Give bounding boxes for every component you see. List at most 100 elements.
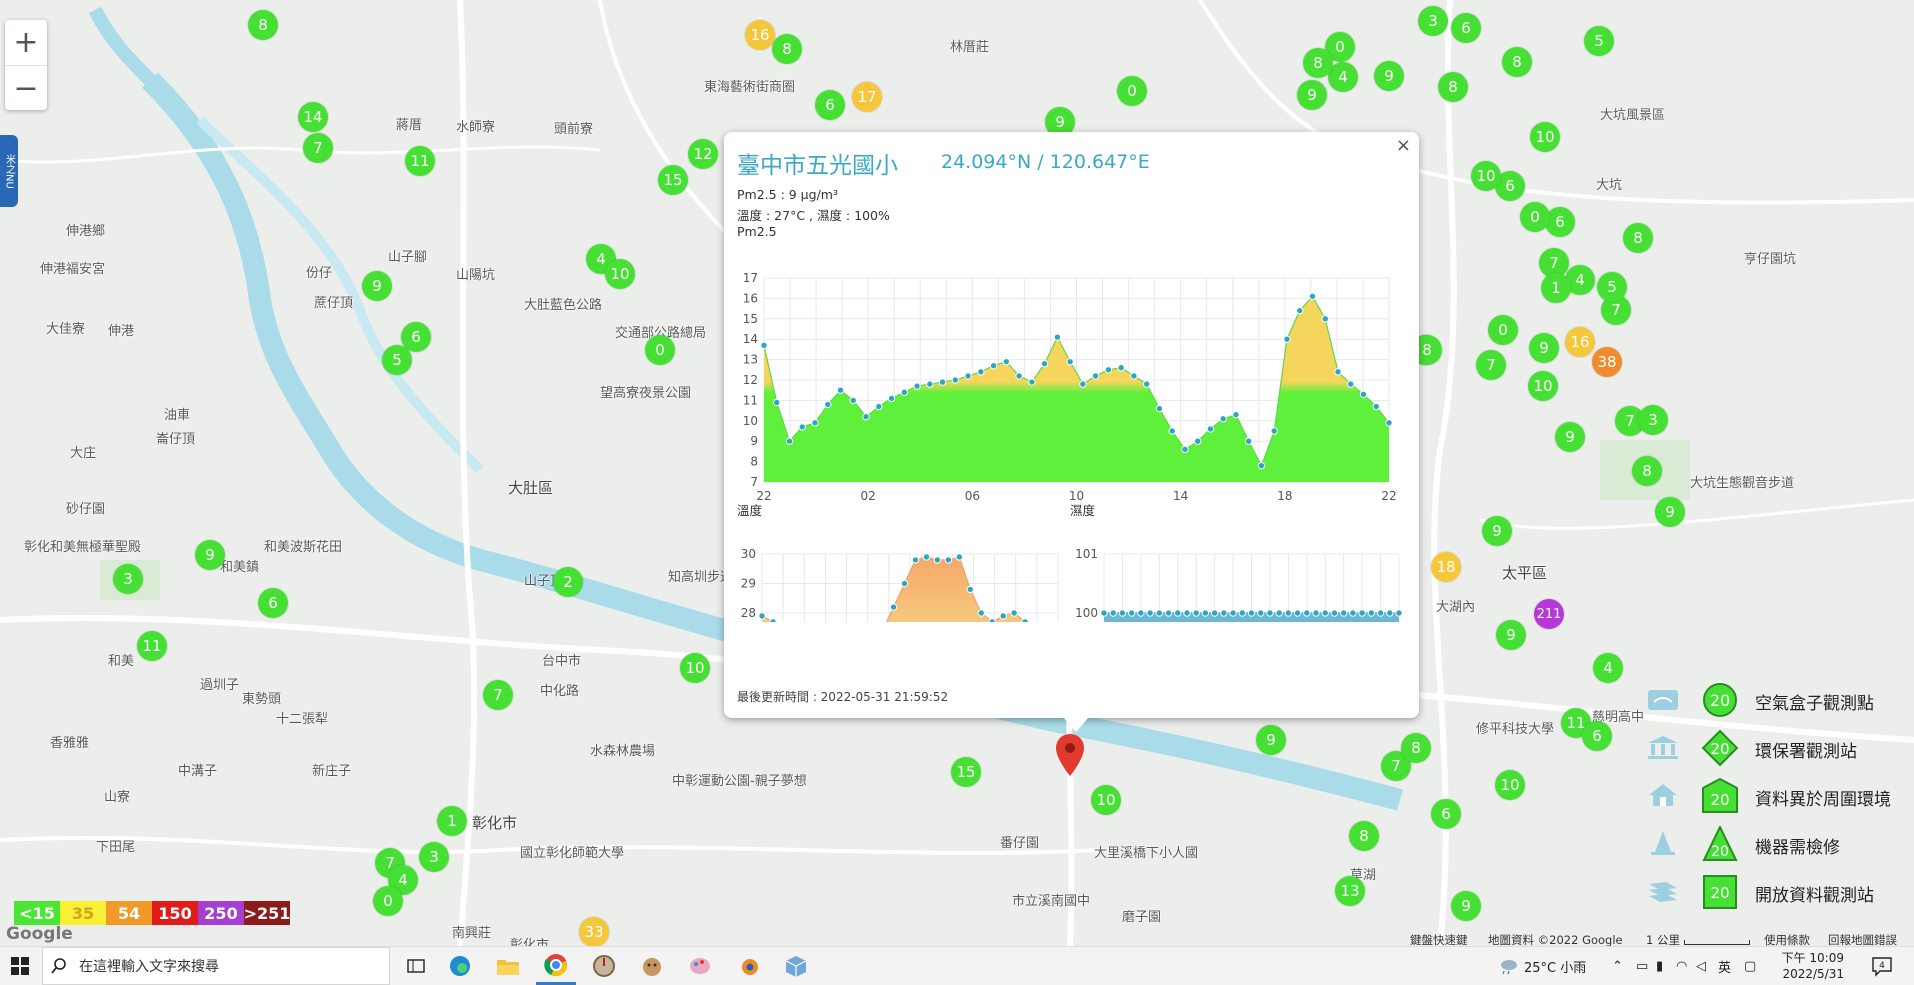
data-point xyxy=(1054,334,1060,340)
windows-start-button[interactable] xyxy=(0,947,40,985)
tray-network-icon[interactable]: ◠ xyxy=(1676,947,1687,985)
chrome-app-button[interactable] xyxy=(536,947,576,985)
station-marker[interactable]: 0 xyxy=(645,335,675,365)
station-marker[interactable]: 6 xyxy=(1451,13,1481,43)
y-tick-label: 9 xyxy=(750,434,758,448)
station-marker[interactable]: 1 xyxy=(437,806,467,836)
station-marker[interactable]: 11 xyxy=(405,146,435,176)
station-marker[interactable]: 38 xyxy=(1592,347,1622,377)
tray-chevron-up-icon[interactable]: ⌃ xyxy=(1612,947,1623,985)
station-marker[interactable]: 6 xyxy=(1545,207,1575,237)
station-marker[interactable]: 10 xyxy=(605,259,635,289)
app-button-blender[interactable] xyxy=(728,947,768,985)
station-marker[interactable]: 10 xyxy=(680,653,710,683)
station-marker[interactable]: 9 xyxy=(1374,61,1404,91)
weather-icon[interactable] xyxy=(1496,947,1520,985)
station-marker[interactable]: 15 xyxy=(951,757,981,787)
station-marker[interactable]: 9 xyxy=(1297,80,1327,110)
popup-close-button[interactable]: × xyxy=(1396,135,1411,156)
station-marker[interactable]: 10 xyxy=(1495,770,1525,800)
station-marker[interactable]: 9 xyxy=(1555,422,1585,452)
station-marker[interactable]: 8 xyxy=(1438,72,1468,102)
station-marker[interactable]: 9 xyxy=(362,271,392,301)
station-marker[interactable]: 14 xyxy=(298,102,328,132)
station-marker[interactable]: 0 xyxy=(1520,202,1550,232)
station-marker[interactable]: 6 xyxy=(1582,721,1612,751)
station-marker[interactable]: 2 xyxy=(553,567,583,597)
tray-keyboard-icon[interactable]: ▢ xyxy=(1744,947,1756,985)
station-marker[interactable]: 10 xyxy=(1091,785,1121,815)
station-marker[interactable]: 0 xyxy=(1488,315,1518,345)
tray-battery-icon[interactable]: ▮ xyxy=(1656,947,1663,985)
station-marker[interactable]: 9 xyxy=(1496,620,1526,650)
station-marker[interactable]: 8 xyxy=(1349,821,1379,851)
station-marker[interactable]: 3 xyxy=(1418,6,1448,36)
app-button-paint[interactable] xyxy=(680,947,720,985)
weather-text[interactable]: 25°C 小雨 xyxy=(1524,947,1586,985)
app-button-animal[interactable] xyxy=(632,947,672,985)
station-marker[interactable]: 9 xyxy=(1451,891,1481,921)
station-marker[interactable]: 17 xyxy=(852,82,882,112)
station-marker[interactable]: 7 xyxy=(1476,350,1506,380)
taskbar-search-box[interactable]: 在這裡輸入文字來搜尋 xyxy=(42,947,390,985)
station-marker[interactable]: 4 xyxy=(1593,653,1623,683)
station-marker[interactable]: 8 xyxy=(1502,47,1532,77)
station-marker[interactable]: 9 xyxy=(1529,333,1559,363)
station-marker[interactable]: 5 xyxy=(1597,272,1627,302)
station-marker[interactable]: 8 xyxy=(772,34,802,64)
station-marker[interactable]: 12 xyxy=(688,139,718,169)
station-marker[interactable]: 0 xyxy=(373,886,403,916)
tray-device-icon[interactable]: ▭ xyxy=(1636,947,1648,985)
aqi-scale-level: 35 xyxy=(60,901,106,925)
tray-volume-icon[interactable]: ◁ xyxy=(1696,947,1706,985)
station-marker[interactable]: 9 xyxy=(1655,497,1685,527)
station-marker[interactable]: 8 xyxy=(1623,223,1653,253)
map-place-label: 大坑生態觀音步道 xyxy=(1690,472,1794,491)
station-marker[interactable]: 5 xyxy=(1584,26,1614,56)
station-marker[interactable]: 3 xyxy=(419,842,449,872)
station-marker[interactable]: 3 xyxy=(1638,405,1668,435)
station-marker[interactable]: 10 xyxy=(1471,161,1501,191)
data-point xyxy=(770,619,776,622)
selected-station-pin-icon[interactable] xyxy=(1054,732,1086,778)
station-marker[interactable]: 8 xyxy=(1401,733,1431,763)
clock[interactable]: 下午 10:09 2022/5/31 xyxy=(1778,950,1844,982)
station-marker[interactable]: 16 xyxy=(1565,327,1595,357)
station-marker[interactable]: 9 xyxy=(1256,725,1286,755)
station-marker[interactable]: 11 xyxy=(137,631,167,661)
notification-center-button[interactable]: 4 xyxy=(1864,947,1900,985)
station-marker[interactable]: 18 xyxy=(1431,552,1461,582)
station-marker[interactable]: 6 xyxy=(815,90,845,120)
station-marker[interactable]: 8 xyxy=(1303,48,1333,78)
station-marker[interactable]: 0 xyxy=(1117,76,1147,106)
edge-app-button[interactable] xyxy=(440,947,480,985)
app-button-3d[interactable] xyxy=(776,947,816,985)
station-marker[interactable]: 211 xyxy=(1534,599,1564,629)
station-marker[interactable]: 3 xyxy=(113,564,143,594)
zoom-out-button[interactable]: − xyxy=(5,66,47,111)
station-marker[interactable]: 10 xyxy=(1528,371,1558,401)
file-explorer-button[interactable] xyxy=(488,947,528,985)
station-marker[interactable]: 7 xyxy=(303,133,333,163)
station-marker[interactable]: 6 xyxy=(258,588,288,618)
station-marker[interactable]: 7 xyxy=(483,680,513,710)
station-marker[interactable]: 33 xyxy=(579,917,609,946)
app-button-compass[interactable] xyxy=(584,947,624,985)
station-marker[interactable]: 13 xyxy=(1335,876,1365,906)
station-marker[interactable]: 15 xyxy=(658,165,688,195)
station-marker[interactable]: 9 xyxy=(195,540,225,570)
ime-indicator[interactable]: 英 xyxy=(1718,947,1731,985)
station-marker[interactable]: 16 xyxy=(745,20,775,50)
station-marker[interactable]: 1 xyxy=(1541,273,1571,303)
station-marker[interactable]: 9 xyxy=(1482,516,1512,546)
station-marker[interactable]: 8 xyxy=(1632,456,1662,486)
aqi-scale-level: 150 xyxy=(152,901,198,925)
station-marker[interactable]: 8 xyxy=(248,10,278,40)
station-marker[interactable]: 5 xyxy=(382,345,412,375)
side-panel-tab[interactable]: 米之NU xyxy=(0,135,18,207)
task-view-button[interactable] xyxy=(396,947,436,985)
zoom-in-button[interactable]: + xyxy=(5,20,47,66)
station-marker[interactable]: 6 xyxy=(1431,799,1461,829)
station-marker[interactable]: 10 xyxy=(1530,122,1560,152)
legend-square-marker: 20 xyxy=(1702,874,1738,910)
